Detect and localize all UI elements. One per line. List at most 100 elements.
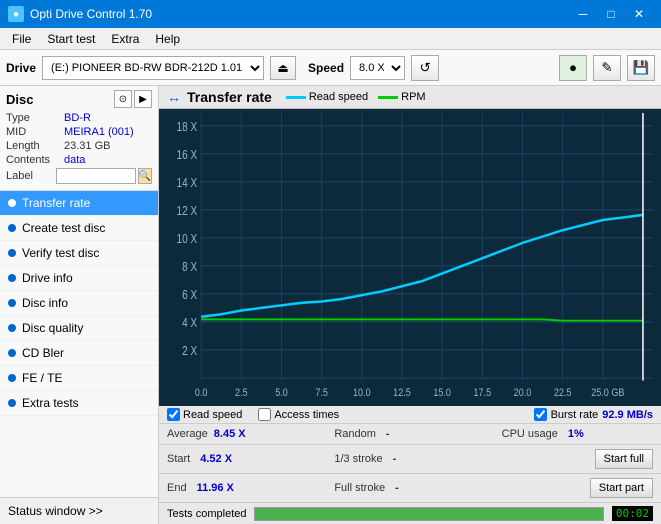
disc-icon-button[interactable]: ● (559, 55, 587, 81)
svg-text:14 X: 14 X (177, 177, 198, 190)
legend-label-rpm: RPM (401, 91, 425, 103)
nav-create-test-disc[interactable]: Create test disc (0, 216, 158, 241)
disc-contents-row: Contents data (6, 154, 152, 166)
refresh-button[interactable]: ↺ (411, 55, 439, 81)
svg-text:7.5: 7.5 (315, 387, 328, 399)
legend-color-rpm (378, 96, 398, 99)
disc-contents-value: data (64, 154, 85, 166)
disc-icon-btn-2[interactable]: ▶ (134, 90, 152, 108)
legend-read-speed: Read speed (286, 91, 368, 103)
checkbox-read-speed-input[interactable] (167, 408, 180, 421)
nav-disc-quality[interactable]: Disc quality (0, 316, 158, 341)
app-title: Opti Drive Control 1.70 (30, 7, 152, 21)
disc-section: Disc ⊙ ▶ Type BD-R MID MEIRA1 (001) Leng… (0, 86, 158, 191)
left-panel: Disc ⊙ ▶ Type BD-R MID MEIRA1 (001) Leng… (0, 86, 159, 524)
legend-rpm: RPM (378, 91, 425, 103)
stats-row-1: Average 8.45 X Random - CPU usage 1% (159, 424, 661, 445)
burst-rate-label: Burst rate (551, 409, 599, 421)
minimize-button[interactable]: ─ (569, 4, 597, 24)
menu-file[interactable]: File (4, 30, 39, 48)
nav-transfer-rate[interactable]: Transfer rate (0, 191, 158, 216)
speed-label: Speed (308, 61, 344, 75)
svg-text:10 X: 10 X (177, 233, 198, 246)
nav-drive-info[interactable]: Drive info (0, 266, 158, 291)
status-window-button[interactable]: Status window >> (0, 497, 158, 524)
disc-icon-btn-1[interactable]: ⊙ (114, 90, 132, 108)
svg-text:12 X: 12 X (177, 205, 198, 218)
stat-13-stroke: 1/3 stroke - (326, 447, 493, 471)
disc-mid-label: MID (6, 126, 64, 138)
disc-type-row: Type BD-R (6, 112, 152, 124)
legend-label-read-speed: Read speed (309, 91, 368, 103)
nav-verify-test-disc[interactable]: Verify test disc (0, 241, 158, 266)
drive-label: Drive (6, 61, 36, 75)
nav-dot-transfer-rate (8, 199, 16, 207)
svg-text:16 X: 16 X (177, 149, 198, 162)
svg-text:2 X: 2 X (182, 345, 197, 358)
nav-label-create-test-disc: Create test disc (22, 221, 105, 235)
nav-fe-te[interactable]: FE / TE (0, 366, 158, 391)
chart-title: Transfer rate (187, 89, 272, 105)
close-button[interactable]: ✕ (625, 4, 653, 24)
eject-button[interactable]: ⏏ (270, 56, 296, 80)
svg-text:18 X: 18 X (177, 121, 198, 134)
nav-label-disc-info: Disc info (22, 296, 68, 310)
nav-label-transfer-rate: Transfer rate (22, 196, 90, 210)
right-panel: ↔ Transfer rate Read speed RPM (159, 86, 661, 524)
nav-dot-cd-bler (8, 349, 16, 357)
nav-items: Transfer rate Create test disc Verify te… (0, 191, 158, 497)
checkbox-read-speed[interactable]: Read speed (167, 408, 242, 421)
maximize-button[interactable]: □ (597, 4, 625, 24)
disc-type-label: Type (6, 112, 64, 124)
menu-help[interactable]: Help (147, 30, 188, 48)
checkbox-access-times-label: Access times (274, 409, 339, 421)
edit-button[interactable]: ✎ (593, 55, 621, 81)
nav-label-cd-bler: CD Bler (22, 346, 64, 360)
checkbox-access-times[interactable]: Access times (258, 408, 339, 421)
drive-selector[interactable]: (E:) PIONEER BD-RW BDR-212D 1.01 (42, 56, 264, 80)
nav-extra-tests[interactable]: Extra tests (0, 391, 158, 416)
stat-random: Random - (326, 426, 493, 442)
checkbox-burst-rate-input[interactable] (534, 408, 547, 421)
disc-length-row: Length 23.31 GB (6, 140, 152, 152)
stat-cpu: CPU usage 1% (494, 426, 661, 442)
chart-area: 18 X 16 X 14 X 12 X 10 X 8 X 6 X 4 X 2 X… (159, 109, 661, 406)
checkbox-read-speed-label: Read speed (183, 409, 242, 421)
disc-label-input[interactable] (56, 168, 136, 184)
start-part-button[interactable]: Start part (590, 478, 653, 498)
nav-label-disc-quality: Disc quality (22, 321, 83, 335)
svg-text:8 X: 8 X (182, 261, 197, 274)
nav-disc-info[interactable]: Disc info (0, 291, 158, 316)
window-controls: ─ □ ✕ (569, 4, 653, 24)
legend-color-read-speed (286, 96, 306, 99)
stat-start-part: Start part (494, 476, 661, 500)
disc-type-value: BD-R (64, 112, 91, 124)
disc-length-value: 23.31 GB (64, 140, 110, 152)
save-button[interactable]: 💾 (627, 55, 655, 81)
disc-contents-label: Contents (6, 154, 64, 166)
svg-text:5.0: 5.0 (275, 387, 288, 399)
disc-label-label: Label (6, 170, 56, 182)
svg-text:25.0 GB: 25.0 GB (591, 387, 624, 399)
disc-label-btn[interactable]: 🔍 (138, 168, 152, 184)
speed-selector[interactable]: 8.0 X Max 4.0 X (350, 56, 405, 80)
nav-cd-bler[interactable]: CD Bler (0, 341, 158, 366)
app-icon: ● (8, 6, 24, 22)
burst-rate-value: 92.9 MB/s (602, 409, 653, 421)
svg-text:20.0: 20.0 (514, 387, 532, 399)
svg-text:6 X: 6 X (182, 289, 197, 302)
nav-label-extra-tests: Extra tests (22, 396, 79, 410)
svg-text:0.0: 0.0 (195, 387, 208, 399)
nav-dot-disc-info (8, 299, 16, 307)
menu-extra[interactable]: Extra (103, 30, 147, 48)
disc-length-label: Length (6, 140, 64, 152)
menu-start-test[interactable]: Start test (39, 30, 103, 48)
time-display: 00:02 (612, 506, 653, 521)
toolbar: Drive (E:) PIONEER BD-RW BDR-212D 1.01 ⏏… (0, 50, 661, 86)
svg-text:15.0: 15.0 (433, 387, 451, 399)
main-content: Disc ⊙ ▶ Type BD-R MID MEIRA1 (001) Leng… (0, 86, 661, 524)
chart-svg: 18 X 16 X 14 X 12 X 10 X 8 X 6 X 4 X 2 X… (161, 113, 653, 406)
nav-dot-drive-info (8, 274, 16, 282)
checkbox-access-times-input[interactable] (258, 408, 271, 421)
start-full-button[interactable]: Start full (595, 449, 653, 469)
